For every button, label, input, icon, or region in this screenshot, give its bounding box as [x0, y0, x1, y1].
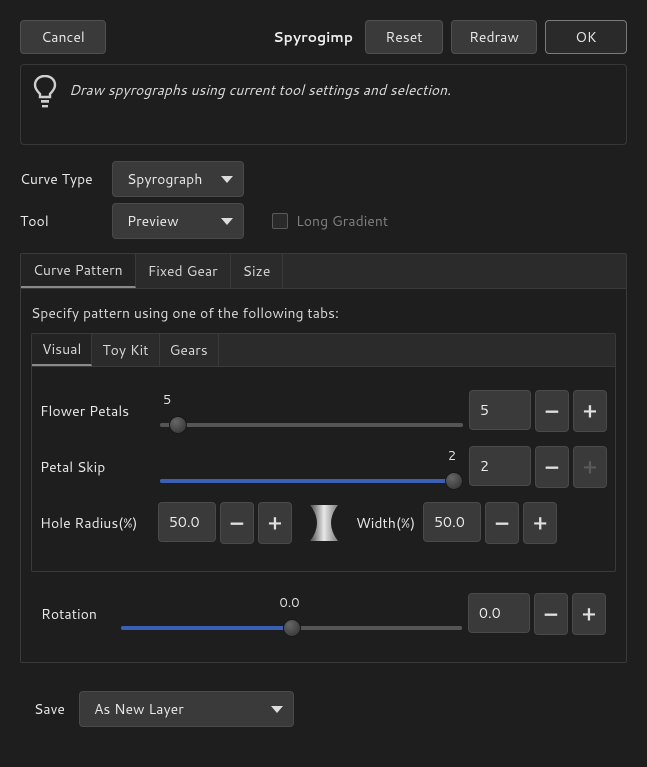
width-plus[interactable]: +	[523, 502, 557, 544]
rotation-minus[interactable]: −	[534, 593, 568, 635]
flower-petals-spin: 5 − +	[469, 390, 607, 432]
hint-text: Draw spyrographs using current tool sett…	[69, 75, 451, 100]
petal-skip-spin: 2 − +	[469, 446, 607, 488]
shape-preview-icon	[304, 503, 344, 543]
flower-petals-value[interactable]: 5	[469, 390, 531, 430]
rotation-value[interactable]: 0.0	[468, 593, 530, 633]
inner-tab-panel: Visual Toy Kit Gears Flower Petals 5	[31, 333, 616, 572]
tab-curve-pattern[interactable]: Curve Pattern	[21, 254, 136, 288]
rotation-tip: 0.0	[279, 594, 299, 612]
inner-tab-gears[interactable]: Gears	[160, 334, 219, 366]
petal-skip-slider[interactable]	[160, 479, 463, 483]
checkbox-box-icon	[272, 213, 288, 229]
flower-petals-tip: 5	[163, 391, 171, 409]
inner-tab-visual[interactable]: Visual	[32, 334, 92, 366]
lightbulb-icon	[33, 75, 57, 114]
petal-skip-minus[interactable]: −	[535, 446, 569, 488]
rotation-slider-wrap: 0.0	[119, 594, 460, 634]
redraw-button[interactable]: Redraw	[451, 20, 537, 54]
chevron-down-icon	[221, 176, 233, 183]
hole-radius-spin: 50.0 − +	[158, 502, 292, 544]
reset-button[interactable]: Reset	[365, 20, 443, 54]
hole-width-row: Hole Radius(%) 50.0 − +	[40, 501, 607, 545]
long-gradient-checkbox[interactable]: Long Gradient	[272, 211, 388, 231]
inner-tab-toy-kit[interactable]: Toy Kit	[92, 334, 159, 366]
save-label: Save	[34, 699, 65, 719]
width-value[interactable]: 50.0	[423, 502, 481, 542]
hole-radius-label: Hole Radius(%)	[40, 513, 150, 533]
flower-petals-row: Flower Petals 5 5 − +	[40, 389, 607, 433]
long-gradient-label: Long Gradient	[296, 211, 388, 231]
width-label: Width(%)	[356, 513, 415, 533]
width-spin: 50.0 − +	[423, 502, 557, 544]
petal-skip-tip: 2	[448, 447, 456, 465]
dialog-title: Spyrogimp	[273, 27, 353, 47]
flower-petals-slider-wrap: 5	[158, 391, 461, 431]
flower-petals-minus[interactable]: −	[535, 390, 569, 432]
petal-skip-plus: +	[573, 446, 607, 488]
ok-button[interactable]: OK	[545, 20, 627, 54]
tool-label: Tool	[20, 211, 98, 231]
flower-petals-label: Flower Petals	[40, 401, 150, 421]
hole-radius-plus[interactable]: +	[258, 502, 292, 544]
curve-type-value: Spyrograph	[127, 169, 202, 189]
tab-note: Specify pattern using one of the followi…	[31, 303, 616, 323]
flower-petals-plus[interactable]: +	[573, 390, 607, 432]
curve-type-label: Curve Type	[20, 169, 98, 189]
flower-petals-slider[interactable]	[160, 423, 463, 427]
petal-skip-value[interactable]: 2	[469, 446, 531, 486]
tab-fixed-gear[interactable]: Fixed Gear	[136, 254, 231, 288]
hole-radius-value[interactable]: 50.0	[158, 502, 216, 542]
petal-skip-row: Petal Skip 2 2 − +	[40, 445, 607, 489]
tool-select[interactable]: Preview	[112, 203, 244, 239]
rotation-slider[interactable]	[121, 626, 462, 630]
save-row: Save As New Layer	[34, 691, 627, 727]
dialog-header: Cancel Spyrogimp Reset Redraw OK	[20, 20, 627, 54]
chevron-down-icon	[221, 218, 233, 225]
rotation-spin: 0.0 − +	[468, 593, 606, 635]
main-tab-panel: Curve Pattern Fixed Gear Size Specify pa…	[20, 253, 627, 663]
tool-value: Preview	[127, 211, 179, 231]
tab-size[interactable]: Size	[231, 254, 284, 288]
width-minus[interactable]: −	[485, 502, 519, 544]
save-value: As New Layer	[94, 699, 184, 719]
rotation-plus[interactable]: +	[572, 593, 606, 635]
hint-panel: Draw spyrographs using current tool sett…	[20, 64, 627, 145]
main-tab-bar: Curve Pattern Fixed Gear Size	[21, 254, 626, 289]
rotation-row: Rotation 0.0 0.0 − +	[31, 590, 616, 650]
hole-radius-minus[interactable]: −	[220, 502, 254, 544]
chevron-down-icon	[271, 706, 283, 713]
save-select[interactable]: As New Layer	[79, 691, 294, 727]
petal-skip-label: Petal Skip	[40, 457, 150, 477]
cancel-button[interactable]: Cancel	[20, 20, 106, 54]
rotation-label: Rotation	[41, 604, 111, 624]
inner-tab-bar: Visual Toy Kit Gears	[32, 334, 615, 367]
petal-skip-slider-wrap: 2	[158, 447, 461, 487]
curve-type-select[interactable]: Spyrograph	[112, 161, 244, 197]
